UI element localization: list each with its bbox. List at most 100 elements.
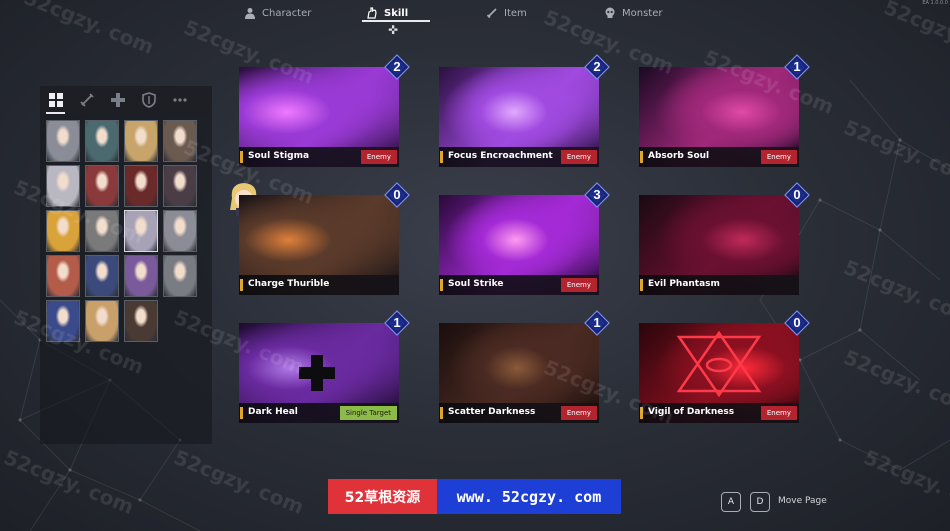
filter-bar <box>40 86 212 114</box>
skill-card[interactable]: Scatter Darkness Enemy <box>439 323 599 423</box>
label-accent-bar <box>240 407 243 419</box>
filter-defense-button[interactable] <box>133 86 164 114</box>
character-portrait <box>164 121 196 161</box>
character-portrait <box>86 256 118 296</box>
skill-card[interactable]: Charge Thurible <box>239 195 399 295</box>
skill-name: Focus Encroachment <box>448 151 553 161</box>
character-slot[interactable] <box>46 165 80 207</box>
skill-count: 0 <box>793 187 801 202</box>
character-slot[interactable] <box>46 255 80 297</box>
character-portrait <box>86 301 118 341</box>
skill-card[interactable]: Evil Phantasm <box>639 195 799 295</box>
skill-card[interactable]: Soul Strike Enemy <box>439 195 599 295</box>
character-portrait <box>125 166 157 206</box>
skill-target-tag: Single Target <box>339 406 397 420</box>
key-d-button[interactable]: D <box>750 492 770 512</box>
character-slot[interactable] <box>124 210 158 252</box>
skill-card-label-bar: Vigil of Darkness Enemy <box>639 403 799 423</box>
skill-count: 2 <box>593 59 601 74</box>
character-slot[interactable] <box>85 210 119 252</box>
filter-all-button[interactable] <box>40 86 71 114</box>
heal-cross-icon <box>299 355 335 391</box>
skill-card[interactable]: Dark Heal Single Target <box>239 323 399 423</box>
cross-icon <box>110 93 125 107</box>
skill-card-label-bar: Evil Phantasm <box>639 275 799 295</box>
skill-count: 1 <box>393 315 401 330</box>
character-slot[interactable] <box>46 300 80 342</box>
skill-count: 0 <box>393 187 401 202</box>
banner-right-text: www. 52cgzy. com <box>437 479 621 514</box>
skill-count-badge: 2 <box>384 54 410 80</box>
skill-name: Scatter Darkness <box>448 407 536 417</box>
character-slot[interactable] <box>46 120 80 162</box>
grid-icon <box>48 93 63 107</box>
tab-item-label: Item <box>504 7 527 19</box>
skill-count: 2 <box>393 59 401 74</box>
character-portrait <box>125 301 157 341</box>
skill-target-tag: Enemy <box>360 150 397 164</box>
skill-name: Dark Heal <box>248 407 298 417</box>
person-icon <box>245 8 255 19</box>
character-slot[interactable] <box>85 255 119 297</box>
character-slot[interactable] <box>85 120 119 162</box>
skill-count-badge: 0 <box>784 310 810 336</box>
skill-target-tag: Enemy <box>560 406 597 420</box>
watermark-text: 52cgzy. com <box>0 445 138 519</box>
character-portrait <box>47 211 79 251</box>
label-accent-bar <box>440 279 443 291</box>
filter-more-button[interactable] <box>164 86 195 114</box>
character-portrait <box>164 211 196 251</box>
character-portrait <box>125 256 157 296</box>
character-slot[interactable] <box>163 210 197 252</box>
character-slot[interactable] <box>163 165 197 207</box>
skill-count-badge: 1 <box>784 54 810 80</box>
character-portrait-grid <box>46 120 197 342</box>
tab-item[interactable]: Item <box>486 4 527 22</box>
sword-icon <box>79 93 94 107</box>
skill-card-label-bar: Focus Encroachment Enemy <box>439 147 599 167</box>
character-slot[interactable] <box>163 255 197 297</box>
skill-card[interactable]: Vigil of Darkness Enemy <box>639 323 799 423</box>
tab-character-label: Character <box>262 7 312 19</box>
watermark-banner: 52草根资源 www. 52cgzy. com <box>328 479 621 514</box>
character-slot[interactable] <box>163 120 197 162</box>
skill-name: Soul Strike <box>448 279 504 289</box>
character-slot[interactable] <box>124 300 158 342</box>
skill-card-label-bar: Dark Heal Single Target <box>239 403 399 423</box>
character-portrait <box>47 121 79 161</box>
skull-icon <box>605 7 615 18</box>
character-slot[interactable] <box>46 210 80 252</box>
watermark-text: 52cgzy. com <box>840 345 950 419</box>
skill-name: Soul Stigma <box>248 151 310 161</box>
tab-monster[interactable]: Monster <box>604 4 662 22</box>
skill-card[interactable]: Absorb Soul Enemy <box>639 67 799 167</box>
character-slot[interactable] <box>124 255 158 297</box>
skill-count: 3 <box>593 187 601 202</box>
skill-name: Absorb Soul <box>648 151 710 161</box>
label-accent-bar <box>640 407 643 419</box>
character-portrait <box>86 166 118 206</box>
label-accent-bar <box>640 151 643 163</box>
character-portrait <box>86 211 118 251</box>
skill-card[interactable]: Soul Stigma Enemy <box>239 67 399 167</box>
more-icon <box>172 98 187 102</box>
character-portrait <box>164 256 196 296</box>
character-slot[interactable] <box>124 120 158 162</box>
tab-character[interactable]: Character <box>244 4 311 22</box>
character-portrait <box>47 166 79 206</box>
shield-icon <box>141 92 156 108</box>
character-slot[interactable] <box>124 165 158 207</box>
skill-card[interactable]: Focus Encroachment Enemy <box>439 67 599 167</box>
character-portrait <box>47 301 79 341</box>
filter-heal-button[interactable] <box>102 86 133 114</box>
key-a-button[interactable]: A <box>721 492 741 512</box>
character-slot[interactable] <box>85 300 119 342</box>
character-slot[interactable] <box>85 165 119 207</box>
filter-attack-button[interactable] <box>71 86 102 114</box>
skill-card-label-bar: Charge Thurible <box>239 275 399 295</box>
character-filter-panel <box>40 86 212 444</box>
skill-count: 1 <box>593 315 601 330</box>
skill-count-badge: 1 <box>584 310 610 336</box>
label-accent-bar <box>440 151 443 163</box>
skill-name: Evil Phantasm <box>648 279 720 289</box>
